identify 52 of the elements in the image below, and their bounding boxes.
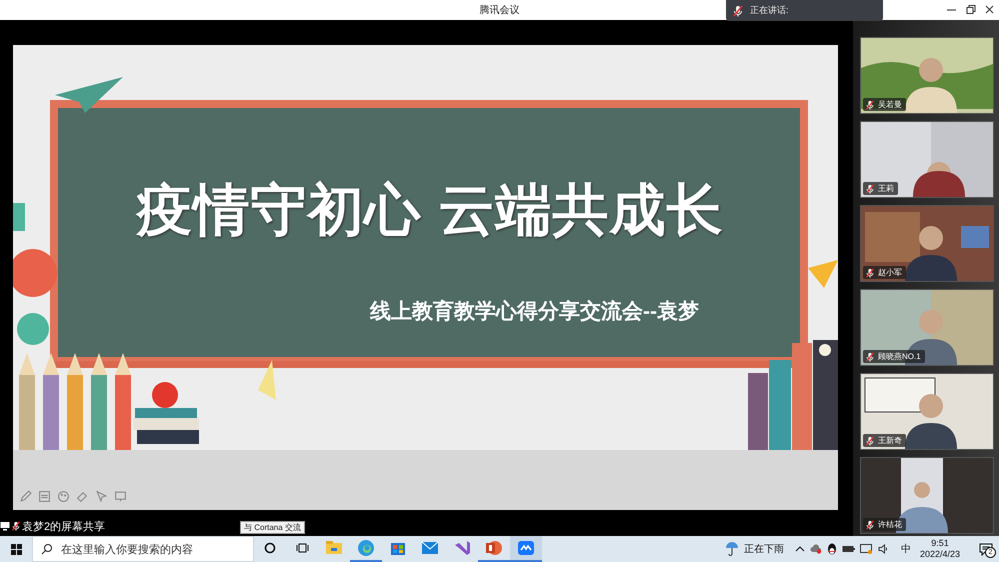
participant-name: 赵小军 xyxy=(878,267,902,278)
input-method-indicator[interactable]: 中 xyxy=(900,542,911,556)
participant-name: 王莉 xyxy=(878,183,894,194)
pen-icon[interactable] xyxy=(19,490,32,503)
participant-name: 王新奇 xyxy=(878,435,902,446)
video-tile[interactable]: 顾晓燕NO.1 xyxy=(860,289,994,366)
books-drawing xyxy=(133,382,199,444)
clock[interactable]: 9:51 2022/4/23 xyxy=(920,538,960,560)
tooltip: 与 Cortana 交流 xyxy=(240,521,305,534)
network-icon[interactable] xyxy=(860,544,873,554)
muted-mic-icon xyxy=(732,4,744,16)
paper-plane-icon xyxy=(55,77,123,113)
search-bar[interactable]: 在这里输入你要搜索的内容 xyxy=(32,536,254,562)
browser-icon xyxy=(356,538,376,558)
triangle-ruler-icon xyxy=(258,360,276,400)
umbrella-icon xyxy=(724,541,739,557)
palette-icon[interactable] xyxy=(57,490,70,503)
chevron-up-icon[interactable] xyxy=(794,545,805,553)
text-box-icon[interactable] xyxy=(38,490,51,503)
speaker-icon[interactable] xyxy=(878,544,890,554)
video-tile[interactable]: 赵小军 xyxy=(860,205,994,282)
meeting-app-icon xyxy=(516,538,536,558)
task-view-icon[interactable] xyxy=(296,542,308,554)
notification-icon xyxy=(979,542,993,556)
taskbar-app-button[interactable] xyxy=(510,536,542,562)
participant-name: 许桔花 xyxy=(878,519,902,530)
windows-start-icon[interactable] xyxy=(10,544,22,554)
video-tile[interactable]: 王新奇 xyxy=(860,373,994,450)
presentation-app-icon xyxy=(484,538,504,558)
slide-subtitle: 线上教育教学心得分享交流会--袁梦 xyxy=(370,298,699,325)
search-icon xyxy=(41,543,53,555)
participant-name: 吴若曼 xyxy=(878,99,902,110)
speaking-label: 正在讲话: xyxy=(750,4,789,17)
eraser-icon[interactable] xyxy=(76,490,89,503)
share-label: 袁梦2的屏幕共享 xyxy=(22,520,106,534)
participant-name: 顾晓燕NO.1 xyxy=(878,351,921,362)
video-tile[interactable]: 王莉 xyxy=(860,121,994,198)
cloud-icon[interactable] xyxy=(810,544,822,554)
screen-share-icon xyxy=(0,521,10,531)
muted-mic-icon xyxy=(11,521,21,531)
pointer-icon[interactable] xyxy=(95,490,108,503)
battery-icon[interactable] xyxy=(842,545,855,553)
weather-text[interactable]: 正在下雨 xyxy=(744,542,784,556)
video-tile[interactable]: 吴若曼 xyxy=(860,37,994,114)
slide-title: 疫情守初心 云端共成长 xyxy=(134,177,724,243)
screen-icon[interactable] xyxy=(114,490,127,503)
cortana-icon[interactable] xyxy=(264,542,276,554)
penguin-icon[interactable] xyxy=(826,543,837,555)
triangle-ruler-icon xyxy=(808,260,838,288)
window-title: 腾讯会议 xyxy=(480,4,520,17)
search-field[interactable]: 在这里输入你要搜索的内容 xyxy=(61,542,251,556)
video-tile[interactable]: 许桔花 xyxy=(860,457,994,534)
